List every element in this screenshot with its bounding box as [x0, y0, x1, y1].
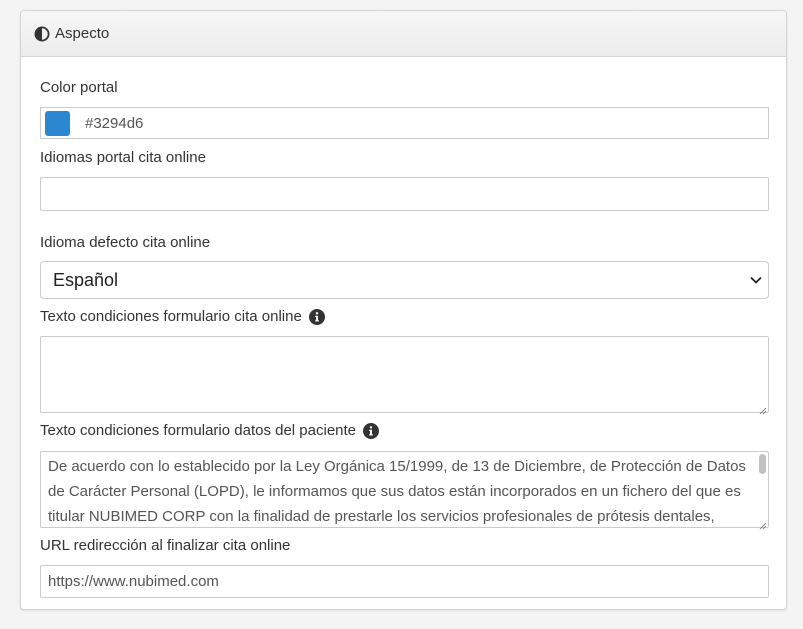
panel-header: Aspecto: [21, 11, 786, 57]
texto-condiciones-cita-label-text: Texto condiciones formulario cita online: [40, 308, 302, 325]
chevron-down-icon: [750, 276, 762, 284]
panel-title: Aspecto: [55, 25, 110, 42]
resize-handle-icon[interactable]: [758, 517, 767, 530]
texto-condiciones-paciente-label: Texto condiciones formulario datos del p…: [40, 422, 380, 439]
idioma-defecto-selected: Español: [53, 269, 119, 290]
resize-handle-icon[interactable]: [758, 402, 767, 415]
url-redireccion-value: https://www.nubimed.com: [48, 573, 219, 590]
textarea-line: de Carácter Personal (LOPD), le informam…: [48, 483, 741, 500]
color-portal-value[interactable]: #3294d6: [85, 115, 143, 132]
color-portal-field[interactable]: #3294d6: [40, 107, 769, 139]
aspecto-panel: Aspecto Color portal #3294d6 Idiomas por…: [20, 10, 787, 610]
texto-condiciones-paciente-textarea[interactable]: De acuerdo con lo establecido por la Ley…: [40, 451, 769, 530]
textarea-content: De acuerdo con lo establecido por la Ley…: [48, 454, 752, 528]
texto-condiciones-cita-label: Texto condiciones formulario cita online: [40, 308, 325, 325]
texto-condiciones-paciente-label-text: Texto condiciones formulario datos del p…: [40, 422, 357, 439]
textarea-line: titular NUBIMED CORP con la finalidad de…: [48, 508, 715, 525]
adjust-icon: [34, 26, 50, 42]
idioma-defecto-select[interactable]: Español: [40, 261, 769, 299]
idiomas-portal-input[interactable]: [40, 177, 769, 211]
color-portal-label: Color portal: [40, 79, 118, 96]
url-redireccion-input[interactable]: https://www.nubimed.com: [40, 565, 769, 598]
textarea-line: De acuerdo con lo establecido por la Ley…: [48, 458, 746, 475]
info-icon[interactable]: [363, 422, 380, 439]
texto-condiciones-cita-textarea[interactable]: [40, 336, 769, 415]
url-redireccion-label: URL redirección al finalizar cita online: [40, 537, 291, 554]
color-swatch[interactable]: [45, 110, 70, 136]
info-icon[interactable]: [308, 308, 325, 325]
idioma-defecto-label: Idioma defecto cita online: [40, 234, 211, 251]
scrollbar-thumb[interactable]: [759, 454, 766, 474]
idiomas-portal-label: Idiomas portal cita online: [40, 149, 206, 166]
